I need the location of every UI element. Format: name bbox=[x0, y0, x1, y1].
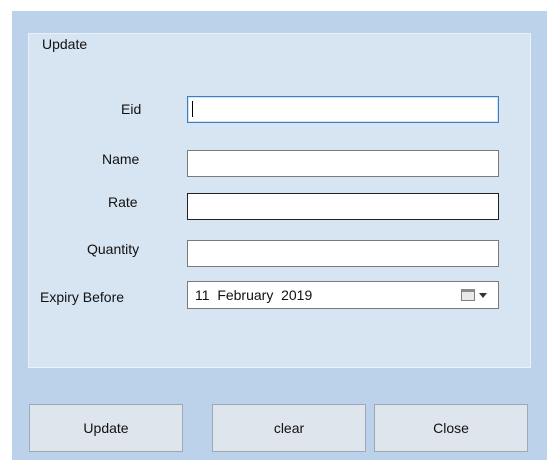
quantity-input[interactable] bbox=[187, 240, 499, 267]
calendar-dropdown-button[interactable] bbox=[455, 285, 495, 305]
calendar-icon bbox=[461, 289, 475, 301]
name-input[interactable] bbox=[187, 150, 499, 177]
eid-label: Eid bbox=[121, 101, 142, 117]
expiry-before-label: Expiry Before bbox=[40, 289, 125, 305]
expiry-date-value: 11 February 2019 bbox=[195, 287, 313, 303]
quantity-label: Quantity bbox=[87, 241, 140, 257]
close-button[interactable]: Close bbox=[374, 404, 528, 452]
rate-input[interactable] bbox=[187, 193, 499, 220]
chevron-down-icon bbox=[479, 293, 487, 298]
clear-button[interactable]: clear bbox=[212, 404, 366, 452]
name-label: Name bbox=[102, 151, 140, 167]
expiry-date-picker[interactable]: 11 February 2019 bbox=[187, 281, 499, 309]
eid-input[interactable] bbox=[187, 96, 499, 123]
text-caret bbox=[192, 101, 193, 117]
groupbox-title: Update bbox=[40, 36, 90, 52]
update-button[interactable]: Update bbox=[29, 404, 183, 452]
rate-label: Rate bbox=[108, 194, 138, 210]
